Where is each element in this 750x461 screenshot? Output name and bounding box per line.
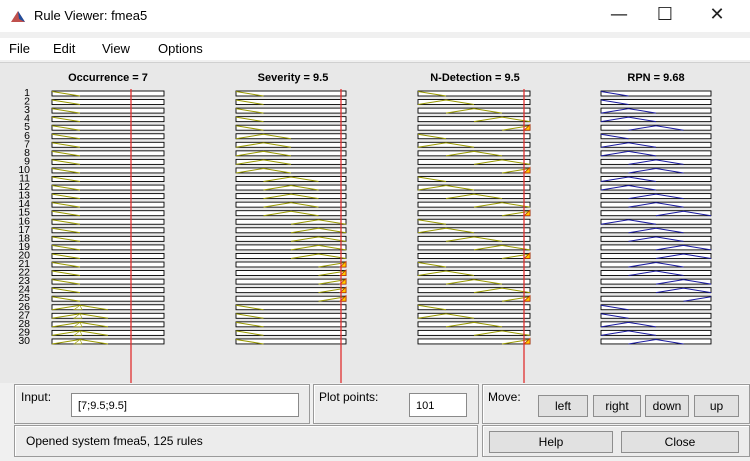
input-axis [51,133,165,140]
input-axis [235,107,347,114]
column-header-occ: Occurrence = 7 [68,72,148,84]
status-panel: Opened system fmea5, 125 rules [14,425,478,457]
input-axis [417,124,531,131]
window-title: Rule Viewer: fmea5 [34,8,148,23]
menu-bar: File Edit View Options [0,38,750,60]
input-axis [51,141,165,148]
matlab-icon [11,11,25,22]
input-axis [235,124,347,131]
input-axis [51,176,165,182]
input-axis [417,167,531,174]
input-axis [51,201,165,208]
input-axis [417,304,531,311]
input-axis [235,261,347,268]
input-axis [235,338,347,345]
rule-plot: Occurrence = 7 Severity = 9.5 N-Detection … [18,72,712,383]
rpn-axis [600,99,712,105]
input-axis [51,295,165,302]
input-axis [51,235,165,242]
menu-view[interactable]: View [102,41,130,56]
plot-points-panel: Plot points: 101 [313,384,479,424]
plot-points-label: Plot points: [319,390,379,404]
rpn-axis [600,90,712,97]
input-axis [417,295,531,302]
input-panel: Input: [7;9.5;9.5] [14,384,310,424]
menu-edit[interactable]: Edit [53,41,75,56]
column-header-sev: Severity = 9.5 [258,72,329,84]
input-axis [51,167,165,174]
column-header-det: N-Detection = 9.5 [430,72,520,84]
move-up-button[interactable]: up [694,395,739,417]
column-header-rpn: RPN = 9.68 [627,72,684,84]
move-right-button[interactable]: right [593,395,641,417]
rpn-axis [600,133,712,140]
input-axis [417,261,531,268]
input-label: Input: [21,390,52,404]
input-axis [51,252,165,259]
input-axis [417,90,531,97]
input-axis [235,321,347,328]
input-axis [51,278,165,285]
input-axis [51,99,165,105]
input-axis [51,261,165,268]
move-panel: Move: left right down up [482,384,750,424]
rule-number: 30 [18,335,30,347]
close-window-button[interactable]: ✕ [694,0,740,32]
move-label: Move: [488,390,521,404]
input-axis [235,90,347,97]
input-axis [235,304,347,311]
rpn-axis [600,312,712,319]
menu-file[interactable]: File [9,41,30,56]
input-axis [51,184,165,191]
title-bar: Rule Viewer: fmea5 — ☐ ✕ [0,0,750,32]
plot-points-field[interactable]: 101 [409,393,467,417]
input-axis [417,176,531,182]
input-axis [235,278,347,285]
input-axis [417,133,531,140]
input-axis [235,312,347,319]
input-axis [51,287,165,294]
status-text: Opened system fmea5, 125 rules [26,434,203,448]
input-axis [51,193,165,200]
input-axis [235,99,347,105]
rule-plot-area: Occurrence = 7 Severity = 9.5 N-Detection … [0,62,750,383]
help-button[interactable]: Help [489,431,613,453]
rpn-axis [600,295,712,302]
input-axis [51,116,165,123]
input-field[interactable]: [7;9.5;9.5] [71,393,299,417]
input-axis [235,287,347,294]
input-axis [235,329,347,336]
input-axis [235,270,347,277]
input-axis [51,218,165,225]
minimize-button[interactable]: — [596,0,642,32]
move-left-button[interactable]: left [538,395,588,417]
maximize-button[interactable]: ☐ [642,0,688,32]
input-axis [51,270,165,277]
input-axis [51,227,165,234]
input-axis [417,338,531,345]
help-close-panel: Help Close [482,425,750,457]
input-axis [51,90,165,97]
move-down-button[interactable]: down [645,395,689,417]
input-axis [51,244,165,251]
input-axis [51,107,165,114]
rule-viewer-window: Rule Viewer: fmea5 — ☐ ✕ File Edit View … [0,0,750,461]
rpn-axis [600,304,712,311]
input-axis [235,116,347,123]
input-axis [51,124,165,131]
input-axis [417,210,531,217]
input-axis [417,252,531,259]
close-button[interactable]: Close [621,431,739,453]
menu-options[interactable]: Options [158,41,203,56]
input-axis [51,150,165,157]
input-axis [51,158,165,165]
input-axis [235,295,347,302]
input-axis [417,218,531,225]
input-axis [51,210,165,217]
